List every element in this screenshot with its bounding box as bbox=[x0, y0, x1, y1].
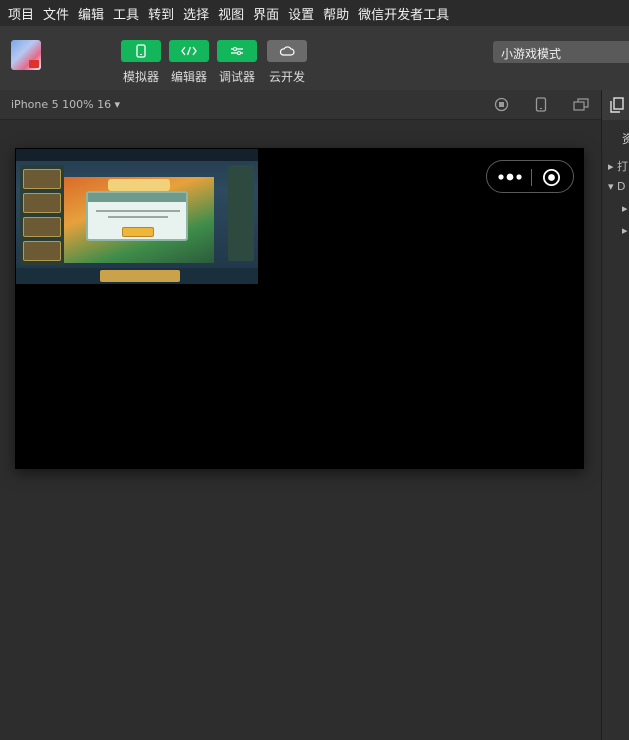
tree-row-4[interactable]: ▸ bbox=[622, 224, 628, 237]
game-title-banner bbox=[108, 179, 170, 191]
game-dialog-header bbox=[88, 193, 186, 202]
cloud-button[interactable] bbox=[267, 40, 307, 62]
toolbar: 模拟器 编辑器 调试器 云开发 小游戏模式 bbox=[0, 26, 629, 90]
resources-panel: 资 ▸ 打 ▾ D ▸ ▸ bbox=[602, 90, 629, 740]
editor-button[interactable] bbox=[169, 40, 209, 62]
game-dialog-text-line bbox=[96, 210, 180, 212]
record-icon[interactable] bbox=[494, 97, 509, 112]
avatar-badge bbox=[29, 60, 39, 68]
capsule-divider bbox=[531, 169, 532, 186]
menu-bar: 项目 文件 编辑 工具 转到 选择 视图 界面 设置 帮助 微信开发者工具 bbox=[0, 0, 629, 26]
menu-interface[interactable]: 界面 bbox=[253, 4, 279, 23]
copy-files-icon[interactable] bbox=[610, 97, 624, 113]
menu-file[interactable]: 文件 bbox=[43, 4, 69, 23]
menu-project[interactable]: 项目 bbox=[8, 4, 34, 23]
game-preview[interactable] bbox=[16, 149, 258, 284]
game-right-column bbox=[228, 165, 254, 261]
close-target-icon[interactable] bbox=[542, 168, 561, 187]
tree-row-2[interactable]: ▾ D bbox=[608, 180, 626, 193]
phone-icon bbox=[136, 44, 146, 58]
debugger-tool[interactable]: 调试器 bbox=[217, 40, 257, 85]
mode-select[interactable]: 小游戏模式 bbox=[493, 41, 629, 63]
sliders-icon bbox=[231, 46, 243, 56]
game-top-bar bbox=[16, 149, 258, 161]
editor-tool[interactable]: 编辑器 bbox=[169, 40, 209, 85]
cloud-label: 云开发 bbox=[268, 70, 305, 84]
game-scroll-banner bbox=[100, 270, 180, 282]
menu-tools[interactable]: 工具 bbox=[113, 4, 139, 23]
mini-program-capsule bbox=[486, 160, 574, 193]
cloud-icon bbox=[279, 46, 295, 56]
resources-tab[interactable]: 资 bbox=[622, 130, 629, 147]
simulator-button[interactable] bbox=[121, 40, 161, 62]
debugger-button[interactable] bbox=[217, 40, 257, 62]
simulator-tool[interactable]: 模拟器 bbox=[121, 40, 161, 85]
menu-view[interactable]: 视图 bbox=[218, 4, 244, 23]
game-dialog-confirm-button[interactable] bbox=[122, 227, 154, 237]
menu-help[interactable]: 帮助 bbox=[323, 4, 349, 23]
debugger-label: 调试器 bbox=[218, 70, 255, 84]
menu-wechat-devtools[interactable]: 微信开发者工具 bbox=[358, 4, 449, 23]
detach-window-icon[interactable] bbox=[573, 97, 589, 112]
code-icon bbox=[181, 46, 197, 56]
editor-label: 编辑器 bbox=[170, 70, 207, 84]
menu-goto[interactable]: 转到 bbox=[148, 4, 174, 23]
app-avatar[interactable] bbox=[11, 40, 41, 70]
simulator-bar: iPhone 5 100% 16 ▾ bbox=[0, 90, 601, 120]
tree-row-1[interactable]: ▸ 打 bbox=[608, 158, 628, 174]
game-slot bbox=[23, 217, 61, 237]
menu-settings[interactable]: 设置 bbox=[288, 4, 314, 23]
more-icon[interactable] bbox=[497, 172, 523, 182]
menu-select[interactable]: 选择 bbox=[183, 4, 209, 23]
cloud-tool[interactable]: 云开发 bbox=[267, 40, 307, 85]
simulator-label: 模拟器 bbox=[122, 70, 159, 84]
game-slot bbox=[23, 169, 61, 189]
device-rotate-icon[interactable] bbox=[535, 97, 547, 112]
device-selector[interactable]: iPhone 5 100% 16 ▾ bbox=[11, 98, 120, 111]
game-dialog bbox=[86, 191, 188, 241]
tree-row-3[interactable]: ▸ bbox=[622, 202, 628, 215]
resources-panel-header bbox=[602, 90, 629, 120]
menu-edit[interactable]: 编辑 bbox=[78, 4, 104, 23]
game-slot bbox=[23, 193, 61, 213]
game-dialog-text-line bbox=[108, 216, 168, 218]
game-slot bbox=[23, 241, 61, 261]
